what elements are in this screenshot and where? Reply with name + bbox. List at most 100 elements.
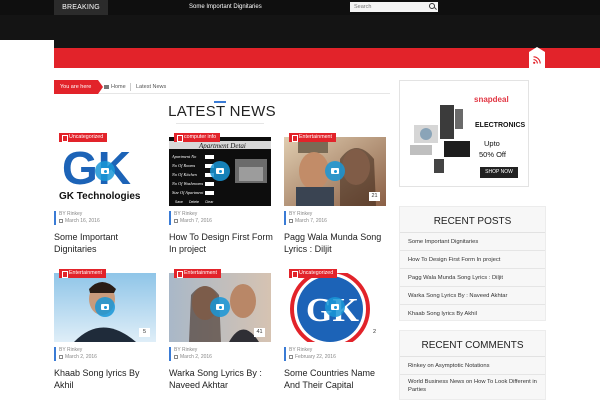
recent-comment-link[interactable]: World Business News on How To Look Diffe… [400, 375, 545, 397]
breadcrumb-here-label: You are here [54, 80, 103, 94]
camera-button[interactable] [95, 161, 115, 181]
form-row-text: No Of Kitchen [171, 172, 197, 177]
calendar-icon [174, 354, 178, 359]
home-icon [104, 84, 109, 89]
camera-icon [101, 304, 109, 310]
post-date: March 2, 2016 [65, 354, 97, 360]
search-icon[interactable] [429, 3, 435, 9]
category-badge[interactable]: Uncategorized [59, 133, 108, 142]
snapdeal-ad-banner[interactable]: snapdeal ELECTRONICS Upto 50% Off SHOP N… [399, 80, 529, 187]
gk-caption-text: GK Technologies [59, 191, 141, 202]
post-author: BY Rinkey [174, 347, 198, 353]
recent-post-link[interactable]: Pagg Wala Munda Song Lyrics : Diljit [400, 269, 545, 287]
recent-comments-title: RECENT COMMENTS [400, 331, 545, 357]
page-title: LATEST NEWS [168, 103, 276, 120]
camera-button[interactable] [210, 297, 230, 317]
recent-comments-widget: RECENT COMMENTS Rinkey on Asymptotic Not… [399, 330, 546, 400]
appliances-image [410, 105, 470, 173]
post-meta: BY Rinkey March 16, 2016 [54, 211, 156, 225]
post-thumbnail[interactable]: 21 [284, 137, 386, 206]
post-title-link[interactable]: Khaab Song lyrics By Akhil [54, 367, 158, 391]
calendar-icon [174, 218, 178, 223]
breadcrumb: You are here Home Latest News [54, 80, 390, 94]
post-title-link[interactable]: How To Design First Form In project [169, 231, 273, 255]
search-input[interactable] [350, 2, 438, 12]
breadcrumb-divider [130, 83, 131, 91]
main-nav-bar [54, 48, 600, 68]
post-author: BY Rinkey [59, 347, 83, 353]
recent-comment-link[interactable]: Rinkey on Asymptotic Notations [400, 357, 545, 375]
category-badge[interactable]: Entertainment [289, 133, 336, 142]
post-date: March 16, 2016 [65, 218, 100, 224]
title-underline [176, 123, 264, 124]
form-title-text: Apartment Detai [198, 142, 246, 150]
recent-posts-widget: RECENT POSTS Some Important Dignitaries … [399, 206, 546, 321]
post-title-link[interactable]: Warka Song Lyrics By : Naveed Akhtar [169, 367, 273, 391]
category-badge[interactable]: Entertainment [59, 269, 106, 278]
breaking-ticker-link[interactable]: Some Important Dignitaries [189, 0, 262, 15]
camera-button[interactable] [210, 161, 230, 181]
site-header [0, 15, 600, 40]
recent-post-link[interactable]: How To Design First Form In project [400, 251, 545, 269]
category-badge[interactable]: Entertainment [174, 269, 221, 278]
category-badge[interactable]: Uncategorized [289, 269, 338, 278]
post-author: BY Rinkey [59, 211, 83, 217]
comment-count: 21 [369, 192, 380, 201]
post-thumbnail[interactable]: 41 [169, 273, 271, 342]
calendar-icon [289, 354, 293, 359]
comment-count: 41 [254, 328, 265, 337]
breadcrumb-home-link[interactable]: Home [104, 80, 126, 94]
post-author: BY Rinkey [174, 211, 198, 217]
post-title-link[interactable]: Pagg Wala Munda Song Lyrics : Diljit [284, 231, 388, 255]
form-button-text: Save [175, 200, 183, 204]
recent-posts-title: RECENT POSTS [400, 207, 545, 233]
recent-post-link[interactable]: Warka Song Lyrics By : Naveed Akhtar [400, 287, 545, 305]
breadcrumb-home-label: Home [111, 84, 126, 90]
form-row-text: No Of Rooms [171, 163, 195, 168]
post-title-link[interactable]: Some Countries Name And Their Capital [284, 367, 388, 391]
calendar-icon [59, 354, 63, 359]
rss-button[interactable] [529, 47, 545, 68]
form-row-text: Size Of Apartment [172, 190, 204, 195]
form-button-text: Clear [205, 200, 214, 204]
post-date: March 7, 2016 [180, 218, 212, 224]
calendar-icon [59, 218, 63, 223]
form-row-text: Apartment No [171, 154, 197, 159]
recent-post-link[interactable]: Khaab Song lyrics By Akhil [400, 305, 545, 323]
post-thumbnail[interactable]: GK GK Technologies [54, 137, 156, 206]
post-meta: BY Rinkey March 2, 2016 [169, 347, 271, 361]
header-strip [54, 40, 600, 48]
recent-post-link[interactable]: Some Important Dignitaries [400, 233, 545, 251]
post-date: February 22, 2016 [295, 354, 336, 360]
breaking-label: BREAKING [54, 0, 108, 15]
ad-brand-text: snapdeal [474, 95, 509, 104]
form-row-text: No Of Washrooms [171, 181, 204, 186]
post-thumbnail[interactable]: GK 2 [284, 273, 386, 342]
camera-button[interactable] [325, 297, 345, 317]
camera-icon [216, 168, 224, 174]
rss-icon [533, 56, 541, 64]
post-meta: BY Rinkey March 7, 2016 [284, 211, 386, 225]
ad-shop-now-button[interactable]: SHOP NOW [480, 167, 518, 178]
post-thumbnail[interactable]: 5 [54, 273, 156, 342]
post-title-link[interactable]: Some Important Dignitaries [54, 231, 158, 255]
comment-count: 2 [369, 328, 380, 337]
ad-category-text: ELECTRONICS [475, 122, 526, 129]
camera-button[interactable] [325, 161, 345, 181]
post-date: March 2, 2016 [180, 354, 212, 360]
form-button-text: Delete [189, 200, 199, 204]
ad-upto-text: Upto [484, 139, 500, 148]
post-date: March 7, 2016 [295, 218, 327, 224]
camera-icon [331, 304, 339, 310]
post-author: BY Rinkey [289, 211, 313, 217]
post-author: BY Rinkey [289, 347, 313, 353]
category-badge[interactable]: computer info [174, 133, 221, 142]
post-thumbnail[interactable]: Apartment Detai Apartment No No Of Rooms… [169, 137, 271, 206]
camera-button[interactable] [95, 297, 115, 317]
post-meta: BY Rinkey March 2, 2016 [54, 347, 156, 361]
camera-icon [101, 168, 109, 174]
camera-icon [331, 168, 339, 174]
post-meta: BY Rinkey March 7, 2016 [169, 211, 271, 225]
camera-icon [216, 304, 224, 310]
comment-count: 5 [139, 328, 150, 337]
